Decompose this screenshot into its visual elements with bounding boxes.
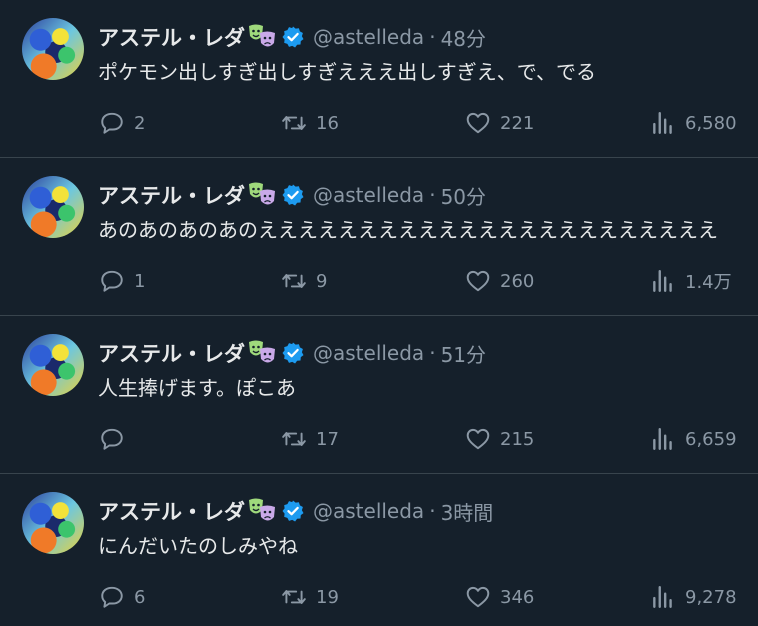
like-button[interactable]: 260 xyxy=(465,266,534,296)
theater-masks-icon xyxy=(247,339,277,367)
views-button[interactable]: 1.4万 xyxy=(650,266,732,296)
tweet-text: ポケモン出しすぎ出しすぎえええ出しすぎえ、で、でる xyxy=(98,60,596,84)
tweet-text: 人生捧げます。ぽこあ xyxy=(98,376,296,400)
avatar[interactable] xyxy=(22,492,84,554)
display-name[interactable]: アステル・レダ xyxy=(98,338,245,368)
timeline: アステル・レダ @astelleda · 48分 ポケモン出しすぎ出しすぎえええ… xyxy=(0,0,758,626)
separator-dot: · xyxy=(429,341,436,365)
like-count: 221 xyxy=(500,112,535,134)
display-name[interactable]: アステル・レダ xyxy=(98,496,245,526)
view-count: 9,278 xyxy=(685,586,737,608)
tweet[interactable]: アステル・レダ @astelleda xyxy=(0,158,758,316)
display-name[interactable]: アステル・レダ xyxy=(98,22,245,52)
avatar[interactable] xyxy=(22,176,84,238)
tweet-timestamp[interactable]: 3時間 xyxy=(441,497,494,526)
reply-button[interactable]: 1 xyxy=(99,266,145,296)
tweet-header: アステル・レダ @astelleda xyxy=(98,336,750,370)
reply-button[interactable] xyxy=(99,424,134,454)
theater-masks-icon xyxy=(247,497,277,525)
tweet[interactable]: アステル・レダ @astelleda xyxy=(0,0,758,158)
views-bar-chart-icon xyxy=(653,112,672,134)
tweet[interactable]: アステル・レダ @astelleda xyxy=(0,474,758,626)
views-bar-chart-icon xyxy=(653,586,672,608)
user-handle[interactable]: @astelleda xyxy=(313,341,424,365)
reply-count: 6 xyxy=(134,586,146,608)
tweet[interactable]: アステル・レダ @astelleda xyxy=(0,316,758,474)
retweet-count: 16 xyxy=(316,112,339,134)
like-count: 215 xyxy=(500,428,535,450)
display-name[interactable]: アステル・レダ xyxy=(98,180,245,210)
heart-icon xyxy=(466,586,490,608)
verified-badge-icon[interactable] xyxy=(281,341,305,365)
tweet-header: アステル・レダ @astelleda xyxy=(98,20,750,54)
theater-masks-icon xyxy=(247,23,277,51)
user-handle[interactable]: @astelleda xyxy=(313,183,424,207)
separator-dot: · xyxy=(429,499,436,523)
views-bar-chart-icon xyxy=(653,270,672,292)
tweet-timestamp[interactable]: 50分 xyxy=(441,181,486,210)
separator-dot: · xyxy=(429,25,436,49)
reply-icon xyxy=(101,428,123,450)
retweet-count: 17 xyxy=(316,428,339,450)
retweet-count: 9 xyxy=(316,270,328,292)
reply-button[interactable]: 2 xyxy=(99,108,145,138)
avatar[interactable] xyxy=(22,18,84,80)
reply-count: 2 xyxy=(134,112,146,134)
views-button[interactable]: 6,580 xyxy=(650,108,737,138)
views-bar-chart-icon xyxy=(653,428,672,450)
retweet-icon xyxy=(282,116,306,130)
retweet-button[interactable]: 16 xyxy=(281,108,339,138)
views-button[interactable]: 6,659 xyxy=(650,424,737,454)
tweet-timestamp[interactable]: 51分 xyxy=(441,339,486,368)
view-count: 1.4万 xyxy=(685,272,732,293)
heart-icon xyxy=(466,112,490,134)
retweet-button[interactable]: 17 xyxy=(281,424,339,454)
verified-badge-icon[interactable] xyxy=(281,183,305,207)
like-count: 346 xyxy=(500,586,535,608)
theater-masks-icon xyxy=(247,181,277,209)
reply-button[interactable]: 6 xyxy=(99,582,145,612)
view-count: 6,659 xyxy=(685,428,737,450)
tweet-text: にんだいたのしみやね xyxy=(98,534,298,558)
views-button[interactable]: 9,278 xyxy=(650,582,737,612)
retweet-count: 19 xyxy=(316,586,339,608)
retweet-button[interactable]: 19 xyxy=(281,582,339,612)
tweet-text: あのあのあのあのえええええええええええええええええええええええ xyxy=(98,218,718,242)
reply-icon xyxy=(101,586,123,608)
user-handle[interactable]: @astelleda xyxy=(313,499,424,523)
user-handle[interactable]: @astelleda xyxy=(313,25,424,49)
heart-icon xyxy=(466,270,490,292)
separator-dot: · xyxy=(429,183,436,207)
heart-icon xyxy=(466,428,490,450)
retweet-icon xyxy=(282,432,306,446)
tweet-timestamp[interactable]: 48分 xyxy=(441,23,486,52)
view-count: 6,580 xyxy=(685,112,737,134)
tweet-header: アステル・レダ @astelleda xyxy=(98,494,750,528)
tweet-header: アステル・レダ @astelleda xyxy=(98,178,750,212)
reply-icon xyxy=(101,112,123,134)
retweet-button[interactable]: 9 xyxy=(281,266,327,296)
like-button[interactable]: 346 xyxy=(465,582,534,612)
like-button[interactable]: 215 xyxy=(465,424,534,454)
reply-count: 1 xyxy=(134,270,146,292)
retweet-icon xyxy=(282,590,306,604)
avatar[interactable] xyxy=(22,334,84,396)
reply-icon xyxy=(101,270,123,292)
like-count: 260 xyxy=(500,270,535,292)
retweet-icon xyxy=(282,274,306,288)
verified-badge-icon[interactable] xyxy=(281,25,305,49)
like-button[interactable]: 221 xyxy=(465,108,534,138)
verified-badge-icon[interactable] xyxy=(281,499,305,523)
